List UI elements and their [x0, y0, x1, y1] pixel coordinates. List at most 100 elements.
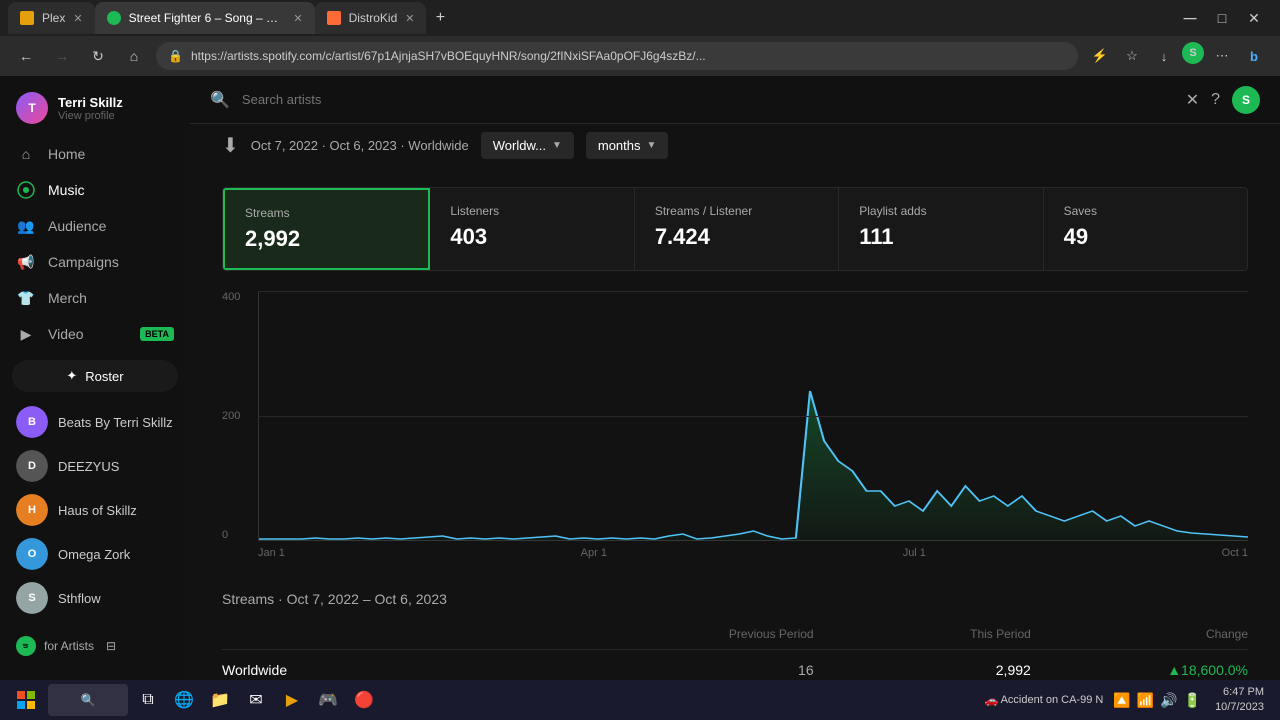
tray-speaker-icon[interactable]: 🔊 — [1160, 692, 1177, 709]
stats-grid: Streams 2,992 Listeners 403 Streams / Li… — [222, 187, 1248, 271]
taskbar-explorer[interactable]: 📁 — [204, 684, 236, 716]
taskbar-plex[interactable]: ▶ — [276, 684, 308, 716]
artist-item-omega[interactable]: O Omega Zork — [0, 532, 190, 576]
video-icon: ▶ — [16, 324, 36, 344]
tab-distrokid-close[interactable]: ✕ — [405, 12, 414, 25]
search-input[interactable] — [242, 92, 1174, 107]
pa-value: 111 — [859, 224, 1022, 250]
forward-button[interactable]: → — [48, 42, 76, 70]
spotify-favicon — [107, 11, 121, 25]
back-button[interactable]: ← — [12, 42, 40, 70]
home-nav-button[interactable]: ⌂ — [120, 42, 148, 70]
stat-saves[interactable]: Saves 49 — [1044, 188, 1247, 270]
taskbar-datetime[interactable]: 6:47 PM 10/7/2023 — [1207, 685, 1272, 716]
location-filter-button[interactable]: Worldw... ▼ — [481, 132, 574, 159]
new-tab-button[interactable]: + — [426, 4, 454, 32]
x-label-jul: Jul 1 — [903, 547, 926, 559]
search-overlay: 🔍 ✕ ? S — [190, 76, 1280, 124]
downloads-icon[interactable]: ↓ — [1150, 42, 1178, 70]
merch-label: Merch — [48, 290, 87, 306]
tab-spotify-title: Street Fighter 6 – Song – Spotify — [129, 11, 286, 25]
stat-listeners[interactable]: Listeners 403 — [430, 188, 634, 270]
minimize-button[interactable]: ─ — [1176, 4, 1204, 32]
sidebar-item-merch[interactable]: 👕 Merch — [0, 280, 190, 316]
profile-icon[interactable]: S — [1182, 42, 1204, 64]
period-filter-label: months — [598, 138, 641, 153]
x-label-oct: Oct 1 — [1222, 547, 1248, 559]
tab-spotify[interactable]: Street Fighter 6 – Song – Spotify ✕ — [95, 2, 315, 34]
col-prev-period: Previous Period — [616, 627, 833, 641]
artist-item-deezyus[interactable]: D DEEZYUS — [0, 444, 190, 488]
chart-x-labels: Jan 1 Apr 1 Jul 1 Oct 1 — [258, 547, 1248, 559]
tab-plex[interactable]: Plex ✕ — [8, 2, 95, 34]
pa-label: Playlist adds — [859, 204, 1022, 218]
row-curr-value: 2,992 — [834, 662, 1051, 678]
settings-icon[interactable]: ⋯ — [1208, 42, 1236, 70]
tab-distrokid[interactable]: DistroKid ✕ — [315, 2, 427, 34]
content-inner: ⬇ Oct 7, 2022 · Oct 6, 2023 · Worldwide … — [190, 76, 1280, 680]
taskbar-date: 10/7/2023 — [1215, 700, 1264, 715]
search-close-button[interactable]: ✕ — [1186, 90, 1199, 110]
bing-icon[interactable]: b — [1240, 42, 1268, 70]
sidebar-item-audience[interactable]: 👥 Audience — [0, 208, 190, 244]
main-area: T Terri Skillz View profile ⌂ Home Music… — [0, 76, 1280, 680]
tray-notification[interactable]: 🚗 Accident on CA-99 N — [981, 692, 1107, 709]
home-label: Home — [48, 146, 85, 162]
close-button[interactable]: ✕ — [1240, 4, 1268, 32]
artist-item-haus[interactable]: H Haus of Skillz — [0, 488, 190, 532]
stat-streams-per-listener[interactable]: Streams / Listener 7.424 — [635, 188, 839, 270]
taskbar-search[interactable]: 🔍 — [48, 684, 128, 716]
sidebar-collapse-icon[interactable]: ⊟ — [106, 639, 116, 653]
taskbar-mail[interactable]: ✉ — [240, 684, 272, 716]
sidebar-item-campaigns[interactable]: 📢 Campaigns — [0, 244, 190, 280]
beta-badge: BETA — [140, 327, 174, 341]
period-filter-arrow: ▼ — [647, 140, 657, 151]
search-magnifier-icon: 🔍 — [210, 90, 230, 110]
spl-value: 7.424 — [655, 224, 818, 250]
taskbar-browser[interactable]: 🌐 — [168, 684, 200, 716]
beats-name: Beats By Terri Skillz — [58, 415, 173, 430]
sidebar-item-music[interactable]: Music — [0, 172, 190, 208]
artist-item-sthflow[interactable]: S Sthflow — [0, 576, 190, 620]
search-help-icon[interactable]: ? — [1211, 91, 1220, 109]
extensions-icon[interactable]: ⚡ — [1086, 42, 1114, 70]
user-sub[interactable]: View profile — [58, 110, 174, 122]
taskbar-view[interactable]: ⧉ — [132, 684, 164, 716]
tray-battery-icon[interactable]: 🔋 — [1184, 692, 1201, 709]
saves-label: Saves — [1064, 204, 1227, 218]
sthflow-avatar: S — [16, 582, 48, 614]
saves-value: 49 — [1064, 224, 1227, 250]
period-filter-button[interactable]: months ▼ — [586, 132, 669, 159]
music-icon — [16, 180, 36, 200]
search-profile-avatar[interactable]: S — [1232, 86, 1260, 114]
tray-wifi-icon[interactable]: 📶 — [1137, 692, 1154, 709]
browser-chrome: Plex ✕ Street Fighter 6 – Song – Spotify… — [0, 0, 1280, 76]
sidebar-item-home[interactable]: ⌂ Home — [0, 136, 190, 172]
stat-playlist-adds[interactable]: Playlist adds 111 — [839, 188, 1043, 270]
table-row: Worldwide 16 2,992 ▲18,600.0% — [222, 650, 1248, 680]
streams-value: 2,992 — [245, 226, 408, 252]
download-icon[interactable]: ⬇ — [222, 133, 239, 158]
user-avatar: T — [16, 92, 48, 124]
lock-icon: 🔒 — [168, 49, 183, 63]
taskbar-extra1[interactable]: 🎮 — [312, 684, 344, 716]
favorites-icon[interactable]: ☆ — [1118, 42, 1146, 70]
artist-item-beats[interactable]: B Beats By Terri Skillz — [0, 400, 190, 444]
start-button[interactable] — [8, 682, 44, 718]
deezyus-name: DEEZYUS — [58, 459, 119, 474]
taskbar-extra2[interactable]: 🔴 — [348, 684, 380, 716]
tray-network-icon[interactable]: 🔼 — [1113, 692, 1130, 709]
roster-button[interactable]: ✦ Roster — [12, 360, 178, 392]
row-prev-value: 16 — [616, 662, 833, 678]
maximize-button[interactable]: □ — [1208, 4, 1236, 32]
tab-plex-close[interactable]: ✕ — [73, 12, 82, 25]
stat-streams[interactable]: Streams 2,992 — [223, 188, 430, 270]
listeners-value: 403 — [450, 224, 613, 250]
location-filter-arrow: ▼ — [552, 140, 562, 151]
address-bar[interactable]: 🔒 https://artists.spotify.com/c/artist/6… — [156, 42, 1078, 70]
tab-plex-title: Plex — [42, 11, 65, 25]
location-filter-label: Worldw... — [493, 138, 546, 153]
tab-spotify-close[interactable]: ✕ — [293, 12, 302, 25]
refresh-button[interactable]: ↻ — [84, 42, 112, 70]
sidebar-item-video[interactable]: ▶ Video BETA — [0, 316, 190, 352]
